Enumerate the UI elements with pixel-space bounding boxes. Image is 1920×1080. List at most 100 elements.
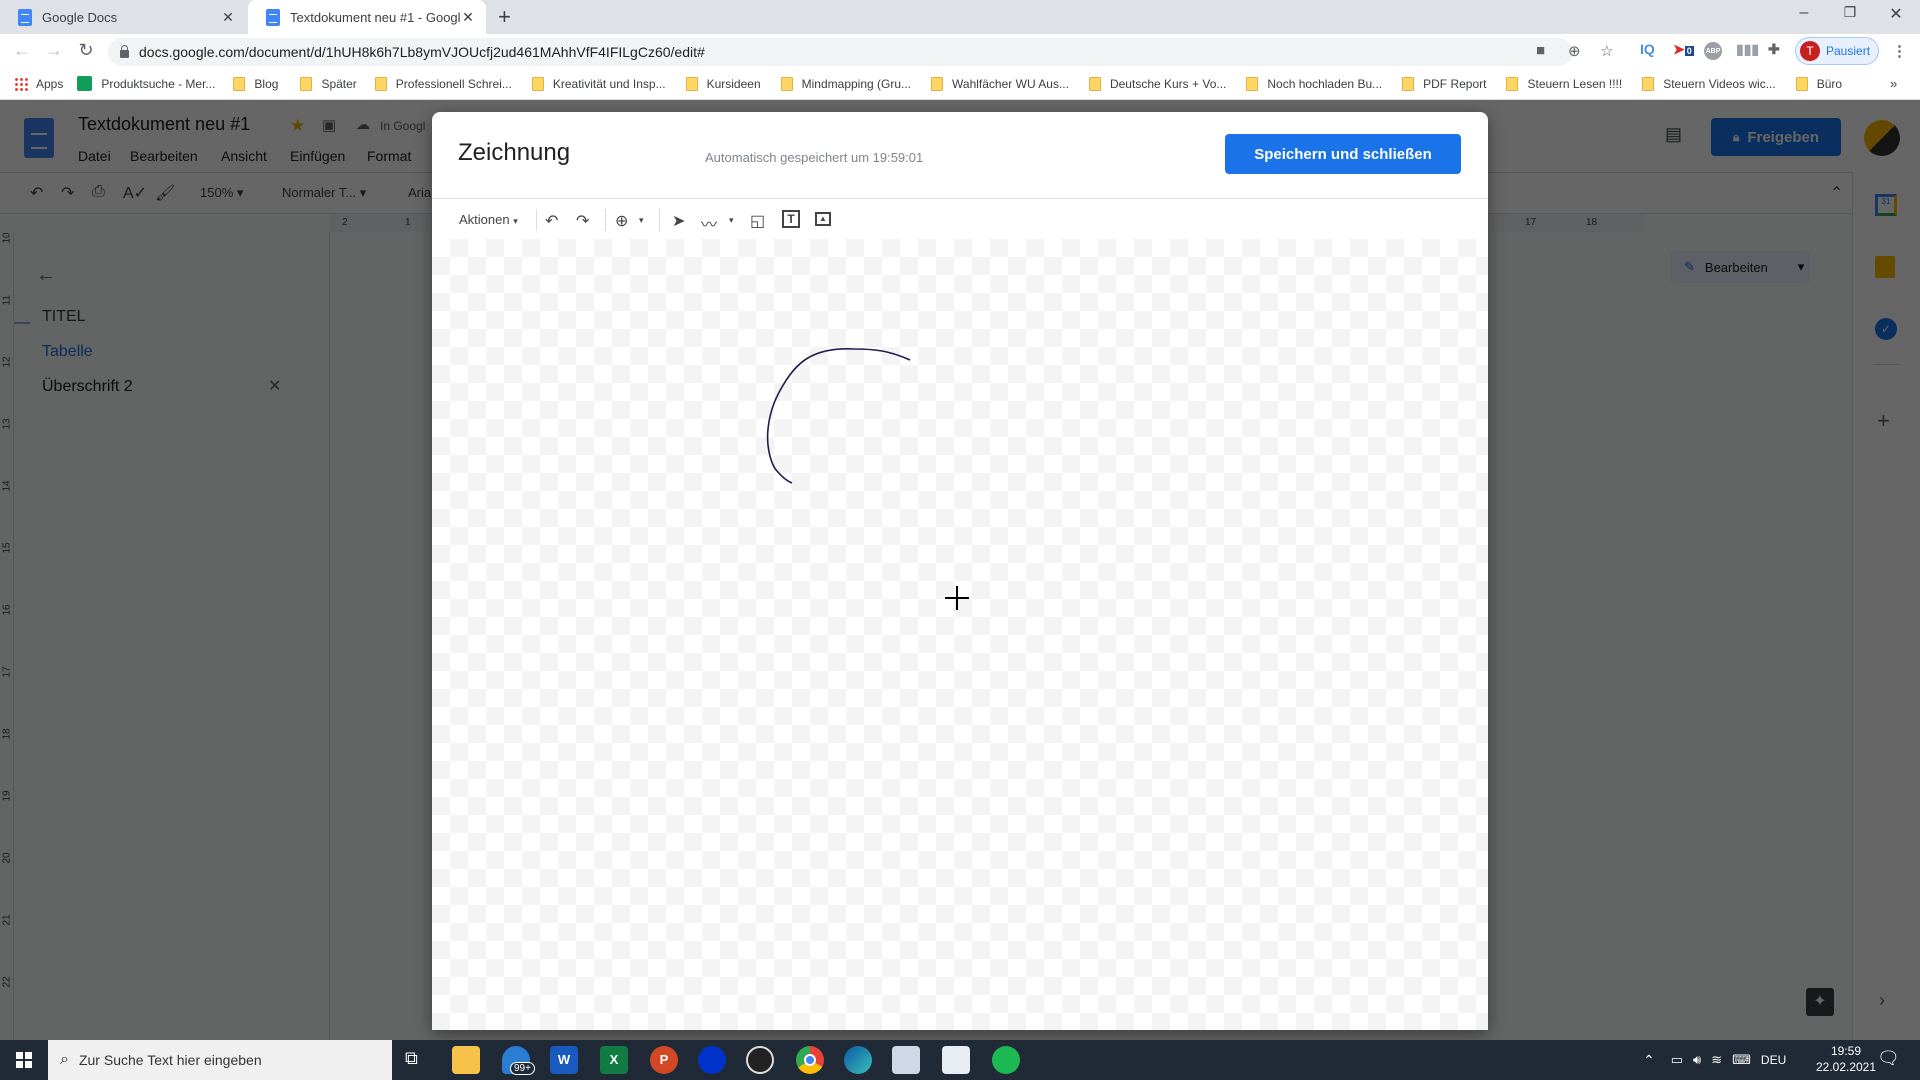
redo-icon[interactable]: ↷ (576, 211, 589, 231)
dialog-title: Zeichnung (458, 139, 571, 166)
tab-title: Google Docs (42, 9, 118, 25)
bookmark-folder[interactable]: Kreativität und Insp... (531, 76, 666, 91)
zoom-icon[interactable]: ⊕ (615, 211, 628, 231)
iq-extension-icon[interactable]: IQ (1640, 41, 1655, 57)
tab-close-icon[interactable]: ✕ (460, 9, 476, 26)
folder-icon (1402, 76, 1415, 91)
obs-icon[interactable] (746, 1046, 774, 1074)
mail-icon[interactable]: 99+ (502, 1046, 535, 1075)
word-icon[interactable]: W (550, 1046, 578, 1074)
bookmarks-overflow-button[interactable]: » (1890, 76, 1897, 91)
extensions-puzzle-icon[interactable]: ✚ (1768, 41, 1780, 58)
task-view-icon[interactable]: ⧉ (405, 1048, 418, 1069)
bookmark-folder[interactable]: Später (300, 76, 357, 91)
scribble-stroke[interactable] (766, 348, 911, 484)
tab-google-docs[interactable]: Google Docs ✕ (0, 0, 246, 34)
notification-center-icon[interactable]: 🗨︎ (1877, 1048, 1900, 1069)
tab-close-icon[interactable]: ✕ (220, 9, 236, 26)
profile-status: Pausiert (1826, 44, 1871, 58)
bookmark-folder[interactable]: Noch hochladen Bu... (1246, 76, 1382, 91)
bookmark-folder[interactable]: PDF Report (1402, 76, 1486, 91)
clock-date: 22.02.2021 (1815, 1060, 1877, 1074)
search-icon: ⌕ (60, 1051, 69, 1068)
bookmark-folder[interactable]: Blog (233, 76, 278, 91)
zoom-icon[interactable]: ⊕ (1568, 42, 1581, 60)
shape-icon[interactable]: ◱ (750, 211, 765, 231)
lock-icon (120, 45, 129, 58)
bookmark-folder[interactable]: Kursideen (685, 76, 761, 91)
start-button[interactable] (0, 1040, 48, 1080)
camera-icon[interactable]: ■ (1536, 42, 1545, 59)
bookmark-folder[interactable]: Steuern Videos wic... (1642, 76, 1776, 91)
taskbar-search[interactable]: ⌕ Zur Suche Text hier eingeben (48, 1040, 392, 1080)
folder-icon (1506, 76, 1519, 91)
camera-tray-icon[interactable]: ▭ (1671, 1052, 1683, 1068)
windows-taskbar: ⌕ Zur Suche Text hier eingeben ⧉ 99+ W X… (0, 1040, 1920, 1080)
excel-icon[interactable]: X (600, 1046, 628, 1074)
folder-icon (931, 76, 944, 91)
folder-icon (374, 76, 387, 91)
bookmark-folder[interactable]: Steuern Lesen !!!! (1506, 76, 1622, 91)
notepad-icon[interactable] (942, 1046, 970, 1074)
bookmark-apps[interactable]: Apps (14, 76, 63, 91)
powerpoint-icon[interactable]: P (650, 1046, 678, 1074)
drawing-canvas[interactable] (432, 239, 1488, 1030)
browser-tab-strip: Google Docs ✕ Textdokument neu #1 - Goog… (0, 0, 1920, 34)
shirt-icon (77, 76, 93, 91)
file-explorer-icon[interactable] (452, 1046, 480, 1074)
adblock-icon[interactable]: ABP (1704, 42, 1722, 60)
show-hidden-icons-chevron[interactable]: ⌃ (1643, 1052, 1655, 1069)
folder-icon (1088, 76, 1101, 91)
network-icon[interactable]: ≋ (1711, 1052, 1722, 1068)
bookmark-folder[interactable]: Professionell Schrei... (374, 76, 512, 91)
image-icon[interactable]: ▲ (815, 212, 831, 226)
folder-icon (233, 76, 246, 91)
clock[interactable]: 19:59 22.02.2021 (1810, 1043, 1882, 1075)
forward-button[interactable]: → (42, 40, 66, 61)
bookmark-star-icon[interactable]: ☆ (1600, 42, 1613, 60)
text-box-icon[interactable]: T (782, 210, 800, 228)
windows-logo-icon (16, 1052, 32, 1068)
profile-avatar: T (1800, 41, 1820, 61)
folder-icon (1246, 76, 1259, 91)
select-pointer-icon[interactable]: ➤ (672, 211, 685, 231)
bookmark-folder[interactable]: Mindmapping (Gru... (780, 76, 911, 91)
new-tab-button[interactable]: + (498, 4, 511, 30)
system-tray: ⌃ ▭ 🔊︎ ≋ ⌨ DEU (1640, 1040, 1786, 1080)
minimize-button[interactable]: – (1784, 4, 1824, 22)
bookmark-folder[interactable]: Deutsche Kurs + Vo... (1088, 76, 1226, 91)
language-indicator[interactable]: DEU (1761, 1053, 1786, 1067)
folder-icon (1795, 76, 1808, 91)
save-and-close-button[interactable]: Speichern und schließen (1225, 134, 1461, 174)
scribble-line-icon[interactable]: 〰 (701, 211, 717, 235)
spotify-icon[interactable] (992, 1046, 1020, 1074)
stats-extension-icon[interactable]: ▮▮▮ (1736, 41, 1759, 58)
undo-icon[interactable]: ↶ (545, 211, 558, 231)
chrome-icon[interactable] (796, 1046, 824, 1074)
chevron-down-icon: ▾ (513, 216, 518, 226)
back-button[interactable]: ← (10, 40, 34, 61)
extension-badge: 0 (1684, 46, 1694, 56)
browser-menu-icon[interactable]: ⋮ (1892, 42, 1907, 60)
bookmark-folder[interactable]: Büro (1795, 76, 1842, 91)
restore-button[interactable]: ❐ (1830, 4, 1870, 21)
edge-icon[interactable] (844, 1046, 872, 1074)
bookmarks-bar: Apps Produktsuche - Mer... Blog Später P… (0, 68, 1920, 100)
folder-icon (1642, 76, 1655, 91)
audacity-icon[interactable] (698, 1046, 726, 1074)
keyboard-icon[interactable]: ⌨ (1732, 1052, 1751, 1068)
zoom-dropdown-icon[interactable]: ▾ (639, 215, 644, 226)
profile-button[interactable]: T Pausiert (1795, 37, 1879, 65)
line-dropdown-icon[interactable]: ▾ (729, 215, 734, 226)
toolbar-separator (536, 209, 537, 231)
volume-icon[interactable]: 🔊︎ (1693, 1052, 1701, 1068)
bookmark-item[interactable]: Produktsuche - Mer... (77, 76, 215, 91)
close-window-button[interactable]: ✕ (1876, 4, 1916, 24)
extension-icon[interactable]: ➤ 0 (1673, 41, 1694, 58)
address-bar[interactable]: docs.google.com/document/d/1hUH8k6h7Lb8y… (108, 38, 1573, 66)
bookmark-folder[interactable]: Wahlfächer WU Aus... (931, 76, 1069, 91)
tab-textdokument[interactable]: Textdokument neu #1 - Google D ✕ (248, 0, 486, 34)
app-icon[interactable] (892, 1046, 920, 1074)
reload-button[interactable]: ↻ (74, 40, 98, 61)
actions-menu[interactable]: Aktionen ▾ (459, 212, 518, 227)
